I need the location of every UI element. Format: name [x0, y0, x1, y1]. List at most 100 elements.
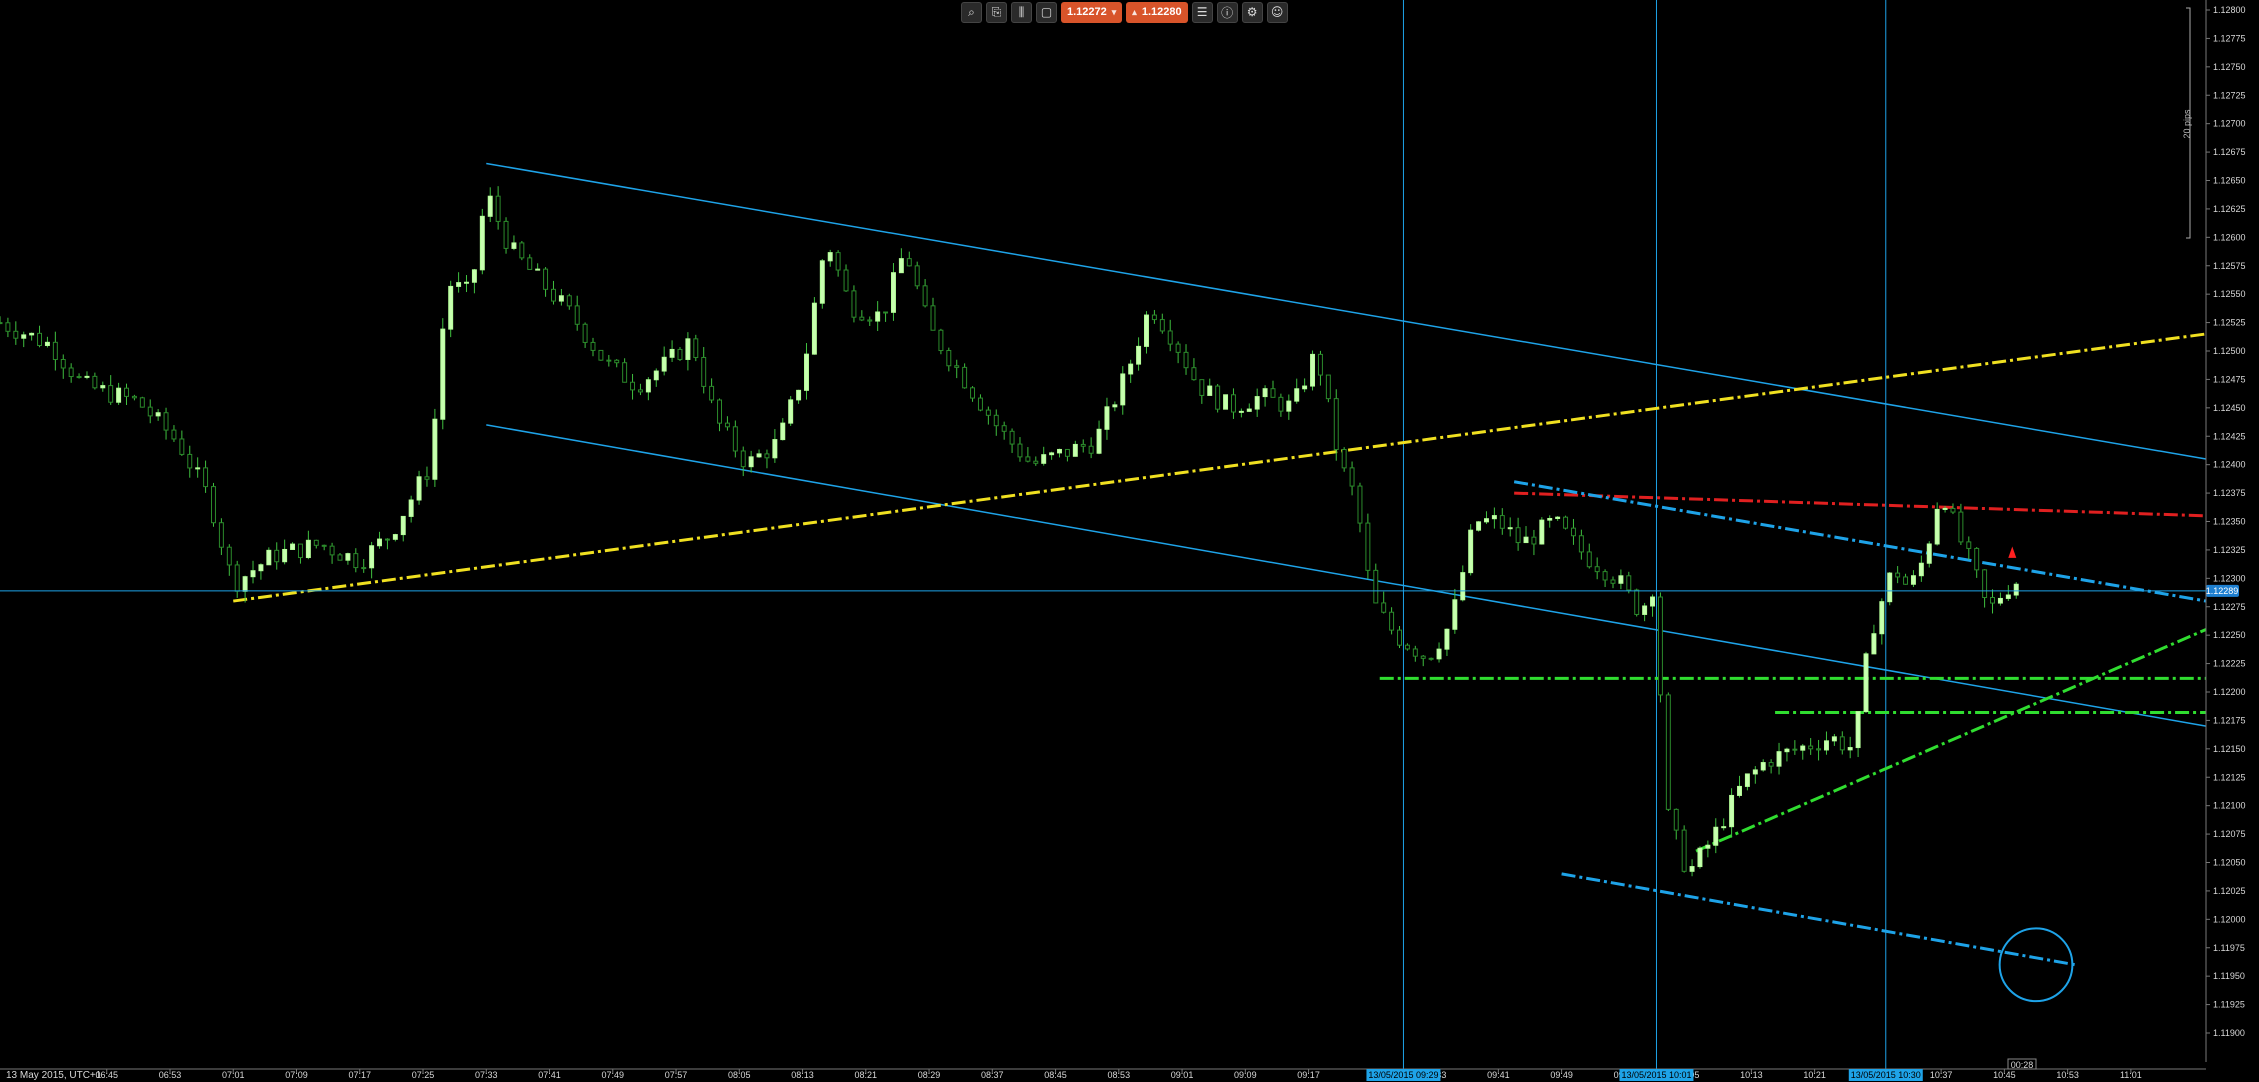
candle-body	[1476, 521, 1482, 531]
candle-body	[669, 348, 675, 358]
candle-body	[590, 341, 596, 351]
candle-body	[1887, 572, 1893, 603]
sell-arrow-icon: ▾	[1111, 6, 1117, 17]
candle-body	[1847, 747, 1853, 751]
candle-body	[361, 567, 367, 570]
candle-body	[1112, 404, 1118, 408]
candle-body	[163, 412, 169, 431]
price-tick-label: 1.12200	[2213, 687, 2246, 697]
candle-body	[1215, 385, 1221, 410]
current-price-label: 1.12289	[2206, 586, 2239, 596]
candle-body	[297, 543, 303, 559]
candle-body	[211, 486, 216, 524]
price-tick-label: 1.12275	[2213, 602, 2246, 612]
candle-body	[345, 553, 351, 561]
time-tick-label: 08:53	[1108, 1070, 1131, 1080]
candle-body	[1578, 535, 1584, 553]
candle-body	[653, 370, 659, 381]
candle-body	[1618, 575, 1624, 584]
chart-toolbar: ⌕ ⎘ ⫼ ▢ 1.12272 ▾ ▴ 1.12280 ☰ ⓘ ⚙ ☺	[961, 1, 1288, 23]
countdown-label: 00:28	[2011, 1060, 2034, 1070]
candle-body	[1974, 547, 1980, 571]
candle-body	[1080, 443, 1086, 447]
candle-body	[724, 422, 730, 428]
candle-body	[384, 538, 390, 541]
candle-body	[1064, 448, 1070, 457]
candle-body	[1673, 808, 1679, 831]
candle-body	[1072, 443, 1078, 457]
price-tick-label: 1.12100	[2213, 801, 2246, 811]
price-tick-label: 1.12125	[2213, 772, 2246, 782]
candle-body	[1768, 762, 1774, 767]
candle-body	[1270, 388, 1276, 398]
candle-body	[827, 252, 833, 262]
price-tick-label: 1.12225	[2213, 659, 2246, 669]
candle-body	[456, 282, 462, 287]
bid-price-button[interactable]: 1.12272 ▾	[1061, 1, 1123, 23]
candle-body	[985, 409, 991, 416]
zoom-icon[interactable]: ⌕	[961, 1, 982, 23]
candle-body	[1349, 467, 1355, 487]
candle-body	[811, 302, 817, 355]
candle-body	[1246, 408, 1252, 412]
candle-body	[305, 539, 311, 559]
candle-body	[1570, 527, 1576, 537]
price-tick-label: 1.12550	[2213, 289, 2246, 299]
candle-body	[266, 549, 272, 566]
candle-body	[124, 387, 129, 397]
candle-body	[313, 539, 319, 546]
candle-body	[290, 543, 296, 550]
candle-body	[1310, 353, 1316, 387]
candle-body	[1009, 430, 1015, 445]
candle-body	[1515, 527, 1521, 544]
candle-body	[1895, 572, 1901, 578]
candle-body	[859, 316, 865, 321]
time-tick-label: 11:01	[2120, 1070, 2142, 1080]
candle-body	[1950, 507, 1956, 513]
candle-body	[471, 269, 477, 283]
candle-body	[1468, 529, 1474, 574]
time-tick-label: 07:25	[412, 1070, 435, 1080]
list-icon[interactable]: ☰	[1191, 1, 1213, 23]
chart-type-icon[interactable]: ⎘	[986, 1, 1007, 23]
candle-body	[1910, 575, 1916, 585]
candles-icon[interactable]: ⫼	[1011, 1, 1032, 23]
candle-body	[503, 220, 509, 249]
price-chart[interactable]: 1.12289 1.12800 1.12775 1.12750 1.12725 1.12…	[0, 0, 2259, 1082]
candle-body	[614, 359, 620, 364]
candle-body	[226, 546, 232, 566]
candle-body	[1997, 597, 2003, 604]
candle-body	[139, 397, 145, 408]
price-tick-label: 1.12425	[2213, 431, 2246, 441]
candle-body	[1918, 562, 1924, 577]
candle-body	[637, 389, 643, 393]
candle-body	[1144, 314, 1149, 347]
time-tick-label: 08:13	[791, 1070, 814, 1080]
time-tick-label: 07:33	[475, 1070, 498, 1080]
price-tick-label: 1.12375	[2213, 488, 2246, 498]
candle-body	[1096, 428, 1102, 454]
time-tick-label: 10:21	[1803, 1070, 1826, 1080]
candle-body	[1452, 599, 1458, 630]
candle-body	[1760, 762, 1766, 771]
candle-body	[558, 295, 564, 302]
candle-body	[1903, 576, 1909, 585]
candle-body	[1088, 445, 1094, 454]
ask-price-button[interactable]: ▴ 1.12280	[1126, 1, 1188, 23]
settings-icon[interactable]: ⚙	[1241, 1, 1263, 23]
price-tick-label: 1.12325	[2213, 545, 2246, 555]
candle-body	[1001, 425, 1007, 432]
info-icon[interactable]: ⓘ	[1216, 1, 1238, 23]
candle-body	[1507, 527, 1513, 530]
candle-body	[1499, 515, 1505, 529]
price-tick-label: 1.12175	[2213, 715, 2246, 725]
price-tick-label: 1.12250	[2213, 630, 2246, 640]
blank-doc-icon[interactable]: ▢	[1036, 1, 1057, 23]
time-tick-label: 07:49	[602, 1070, 625, 1080]
candle-body	[732, 426, 738, 452]
candle-body	[1697, 847, 1703, 868]
price-tick-label: 1.12650	[2213, 176, 2246, 186]
account-icon[interactable]: ☺	[1266, 1, 1288, 23]
candle-body	[511, 242, 517, 249]
candle-body	[1744, 773, 1750, 787]
